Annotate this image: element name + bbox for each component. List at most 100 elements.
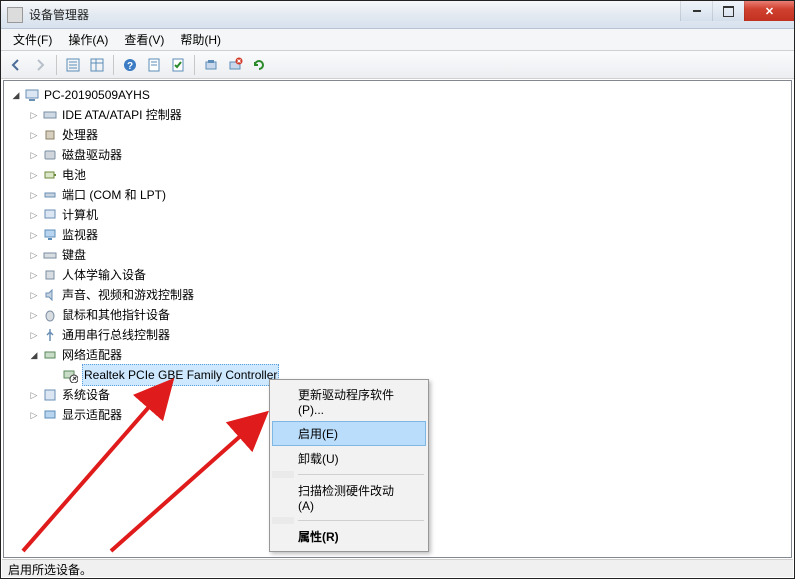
keyboard-icon: [42, 247, 58, 263]
statusbar: 启用所选设备。: [2, 559, 793, 577]
context-menu-separator: [298, 520, 424, 521]
menu-item-update-driver[interactable]: 更新驱动程序软件(P)...: [272, 382, 426, 421]
expand-icon[interactable]: [28, 189, 40, 201]
mouse-icon: [42, 307, 58, 323]
usb-icon: [42, 327, 58, 343]
tree-item-label: 显示适配器: [62, 405, 122, 425]
tree-item-hid[interactable]: 人体学输入设备: [8, 265, 791, 285]
monitor-icon: [42, 227, 58, 243]
nic-disabled-icon: [62, 367, 78, 383]
close-button[interactable]: [744, 1, 794, 21]
toolbar-separator: [56, 55, 57, 75]
tree-item-computer[interactable]: 计算机: [8, 205, 791, 225]
expand-icon[interactable]: [28, 349, 40, 361]
menu-view[interactable]: 查看(V): [116, 29, 172, 50]
device-tree[interactable]: PC-20190509AYHS IDE ATA/ATAPI 控制器 处理器 磁盘…: [4, 81, 791, 429]
svg-text:?: ?: [127, 61, 133, 72]
pc-icon: [42, 207, 58, 223]
tree-item-disk[interactable]: 磁盘驱动器: [8, 145, 791, 165]
tree-item-label: 键盘: [62, 245, 86, 265]
tree-item-label: 磁盘驱动器: [62, 145, 122, 165]
menu-item-enable[interactable]: 启用(E): [272, 421, 426, 446]
expand-icon[interactable]: [28, 329, 40, 341]
disk-icon: [42, 147, 58, 163]
expand-icon[interactable]: [10, 89, 22, 101]
tree-item-keyboard[interactable]: 键盘: [8, 245, 791, 265]
window-controls: [680, 1, 794, 21]
tree-root-label: PC-20190509AYHS: [44, 85, 150, 105]
tree-item-label: IDE ATA/ATAPI 控制器: [62, 105, 182, 125]
tree-item-battery[interactable]: 电池: [8, 165, 791, 185]
tree-item-label: 声音、视频和游戏控制器: [62, 285, 194, 305]
toolbar: ?: [1, 51, 794, 79]
menu-item-scan-hardware[interactable]: 扫描检测硬件改动(A): [272, 478, 426, 517]
tree-root[interactable]: PC-20190509AYHS: [8, 85, 791, 105]
back-button[interactable]: [5, 54, 27, 76]
expand-icon[interactable]: [28, 169, 40, 181]
tree-item-label: 处理器: [62, 125, 98, 145]
expand-icon[interactable]: [28, 409, 40, 421]
expand-icon[interactable]: [28, 229, 40, 241]
tree-item-label: 端口 (COM 和 LPT): [62, 185, 166, 205]
app-icon: [7, 7, 23, 23]
expand-icon[interactable]: [28, 249, 40, 261]
menubar: 文件(F) 操作(A) 查看(V) 帮助(H): [1, 29, 794, 51]
expand-icon[interactable]: [28, 389, 40, 401]
tree-item-ide[interactable]: IDE ATA/ATAPI 控制器: [8, 105, 791, 125]
tree-item-network[interactable]: 网络适配器: [8, 345, 791, 365]
tree-item-label: 人体学输入设备: [62, 265, 146, 285]
tree-item-label: 系统设备: [62, 385, 110, 405]
expand-icon[interactable]: [28, 209, 40, 221]
tree-item-processor[interactable]: 处理器: [8, 125, 791, 145]
context-menu: 更新驱动程序软件(P)... 启用(E) 卸载(U) 扫描检测硬件改动(A) 属…: [269, 379, 429, 552]
scan-hardware-icon[interactable]: [200, 54, 222, 76]
minimize-button[interactable]: [680, 1, 712, 21]
expand-icon[interactable]: [28, 149, 40, 161]
tree-item-sound[interactable]: 声音、视频和游戏控制器: [8, 285, 791, 305]
menu-file[interactable]: 文件(F): [5, 29, 60, 50]
toolbar-separator: [113, 55, 114, 75]
menu-action[interactable]: 操作(A): [60, 29, 116, 50]
forward-button[interactable]: [29, 54, 51, 76]
controller-icon: [42, 107, 58, 123]
expand-icon: [48, 369, 60, 381]
status-text: 启用所选设备。: [8, 563, 92, 577]
expand-icon[interactable]: [28, 289, 40, 301]
network-icon: [42, 347, 58, 363]
tree-item-mouse[interactable]: 鼠标和其他指针设备: [8, 305, 791, 325]
expand-icon[interactable]: [28, 129, 40, 141]
toolbar-separator: [194, 55, 195, 75]
view-list-icon[interactable]: [62, 54, 84, 76]
tree-item-monitor[interactable]: 监视器: [8, 225, 791, 245]
port-icon: [42, 187, 58, 203]
help-icon[interactable]: ?: [119, 54, 141, 76]
tree-item-label: 计算机: [62, 205, 98, 225]
refresh-icon[interactable]: [248, 54, 270, 76]
menu-help[interactable]: 帮助(H): [172, 29, 229, 50]
tree-item-label: 网络适配器: [62, 345, 122, 365]
context-menu-separator: [298, 474, 424, 475]
properties-icon[interactable]: [143, 54, 165, 76]
expand-icon[interactable]: [28, 309, 40, 321]
display-adapter-icon: [42, 407, 58, 423]
expand-icon[interactable]: [28, 269, 40, 281]
enable-icon[interactable]: [167, 54, 189, 76]
computer-icon: [24, 87, 40, 103]
tree-item-label: Realtek PCIe GBE Family Controller: [82, 364, 279, 386]
window-title: 设备管理器: [29, 6, 89, 23]
tree-item-label: 监视器: [62, 225, 98, 245]
view-details-icon[interactable]: [86, 54, 108, 76]
hid-icon: [42, 267, 58, 283]
menu-item-uninstall[interactable]: 卸载(U): [272, 446, 426, 471]
menu-item-properties-label: 属性(R): [298, 530, 339, 544]
maximize-button[interactable]: [712, 1, 744, 21]
expand-icon[interactable]: [28, 109, 40, 121]
tree-item-label: 通用串行总线控制器: [62, 325, 170, 345]
tree-item-ports[interactable]: 端口 (COM 和 LPT): [8, 185, 791, 205]
titlebar: 设备管理器: [1, 1, 794, 29]
cpu-icon: [42, 127, 58, 143]
menu-item-properties[interactable]: 属性(R): [272, 524, 426, 549]
tree-item-label: 鼠标和其他指针设备: [62, 305, 170, 325]
tree-item-usb[interactable]: 通用串行总线控制器: [8, 325, 791, 345]
uninstall-icon[interactable]: [224, 54, 246, 76]
